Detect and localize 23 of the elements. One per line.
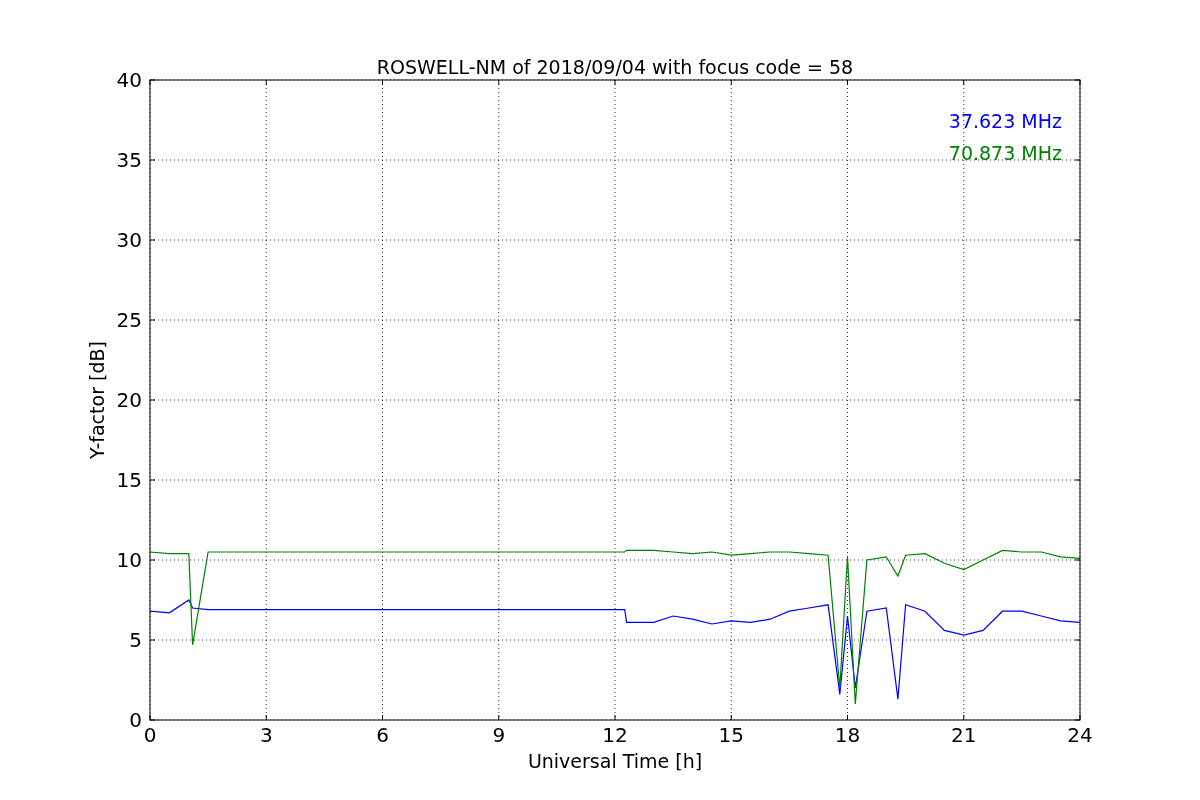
y-tick-label: 5: [129, 628, 142, 652]
x-tick-label: 9: [492, 723, 506, 747]
x-tick-label: 12: [602, 723, 628, 747]
x-axis-label: Universal Time [h]: [527, 750, 703, 772]
y-tick-label: 30: [116, 228, 142, 252]
y-tick-label: 20: [116, 388, 142, 412]
x-tick-label: 24: [1067, 723, 1093, 747]
y-tick-label: 25: [116, 308, 142, 332]
y-axis-label: Y-factor [dB]: [86, 341, 108, 459]
x-tick-label: 0: [143, 723, 157, 747]
y-tick-label: 15: [116, 468, 142, 492]
x-tick-label: 6: [376, 723, 389, 747]
x-tick-label: 18: [834, 723, 861, 747]
y-tick-label: 0: [129, 708, 142, 732]
y-tick-label: 40: [116, 68, 142, 92]
legend-label: 70.873 MHz: [948, 142, 1062, 164]
x-tick-label: 3: [259, 723, 273, 747]
legend-label: 37.623 MHz: [948, 110, 1062, 132]
y-tick-label: 10: [116, 548, 142, 572]
chart-title: ROSWELL-NM of 2018/09/04 with focus code = 58: [376, 56, 854, 78]
x-tick-label: 15: [718, 723, 744, 747]
y-tick-label: 35: [116, 148, 142, 172]
x-tick-label: 21: [951, 723, 977, 747]
